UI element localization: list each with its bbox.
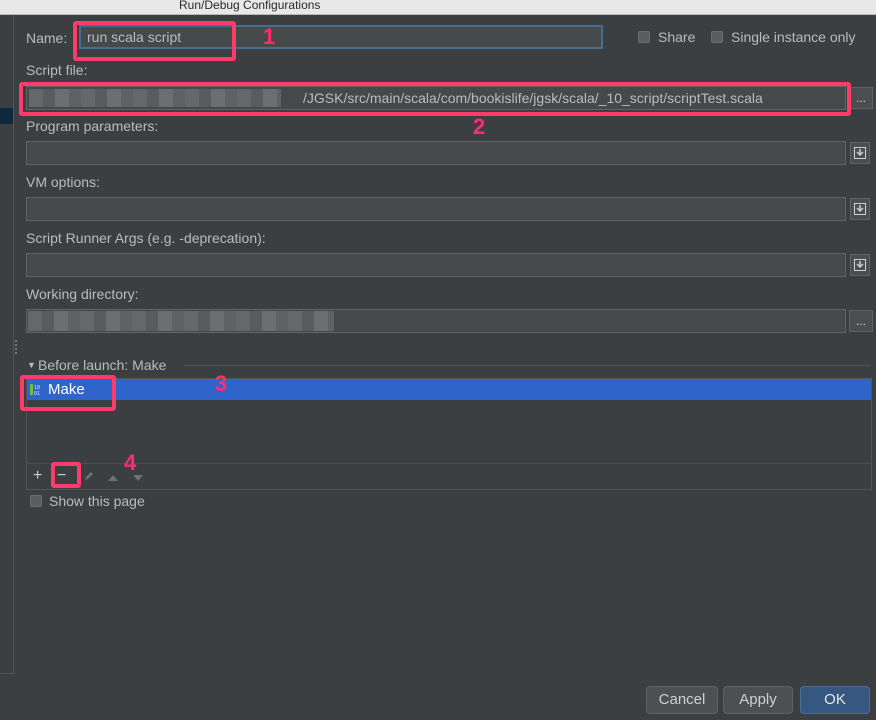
annotation-number-1: 1 <box>263 24 276 49</box>
list-toolbar-divider <box>27 463 871 464</box>
annotation-box-3 <box>20 375 116 411</box>
program-parameters-input[interactable] <box>26 141 846 165</box>
configurations-tree-selection[interactable] <box>0 108 13 124</box>
annotation-box-4 <box>51 462 81 488</box>
working-directory-label: Working directory: <box>26 286 139 302</box>
vm-options-label: VM options: <box>26 174 100 190</box>
script-file-label: Script file: <box>26 62 88 78</box>
collapse-triangle-icon[interactable]: ▼ <box>27 360 36 370</box>
expand-icon[interactable] <box>850 198 870 220</box>
show-this-page-checkbox[interactable] <box>30 495 42 507</box>
annotation-box-2 <box>19 82 851 116</box>
expand-icon[interactable] <box>850 142 870 164</box>
splitter-handle[interactable] <box>15 340 20 354</box>
cancel-button[interactable]: Cancel <box>646 686 718 714</box>
working-directory-browse-button[interactable]: ... <box>849 310 873 332</box>
window-title: Run/Debug Configurations <box>179 0 321 12</box>
redacted-path <box>28 311 334 331</box>
share-checkbox[interactable] <box>638 31 650 43</box>
apply-button[interactable]: Apply <box>723 686 793 714</box>
annotation-number-2: 2 <box>473 114 486 139</box>
before-launch-header: Before launch: Make <box>38 357 167 373</box>
expand-icon[interactable] <box>850 254 870 276</box>
name-label: Name: <box>26 30 68 46</box>
vm-options-input[interactable] <box>26 197 846 221</box>
annotation-number-3: 3 <box>215 371 228 396</box>
add-button[interactable]: + <box>33 468 42 484</box>
ok-button[interactable]: OK <box>800 686 870 714</box>
single-instance-label: Single instance only <box>731 29 856 45</box>
bottom-divider <box>0 673 14 674</box>
program-parameters-label: Program parameters: <box>26 118 159 134</box>
before-launch-divider <box>184 365 870 366</box>
script-runner-args-input[interactable] <box>26 253 846 277</box>
share-label: Share <box>658 29 696 45</box>
script-runner-args-label: Script Runner Args (e.g. -deprecation): <box>26 230 266 246</box>
script-file-browse-button[interactable]: ... <box>849 87 873 109</box>
edit-icon[interactable] <box>83 469 95 485</box>
list-item[interactable]: 10 01 Make <box>27 379 871 400</box>
move-up-icon[interactable] <box>107 470 119 486</box>
title-bar: Run/Debug Configurations <box>0 0 876 15</box>
annotation-box-1 <box>73 21 236 61</box>
show-this-page-label: Show this page <box>49 493 145 509</box>
single-instance-checkbox[interactable] <box>711 31 723 43</box>
annotation-number-4: 4 <box>124 450 137 475</box>
